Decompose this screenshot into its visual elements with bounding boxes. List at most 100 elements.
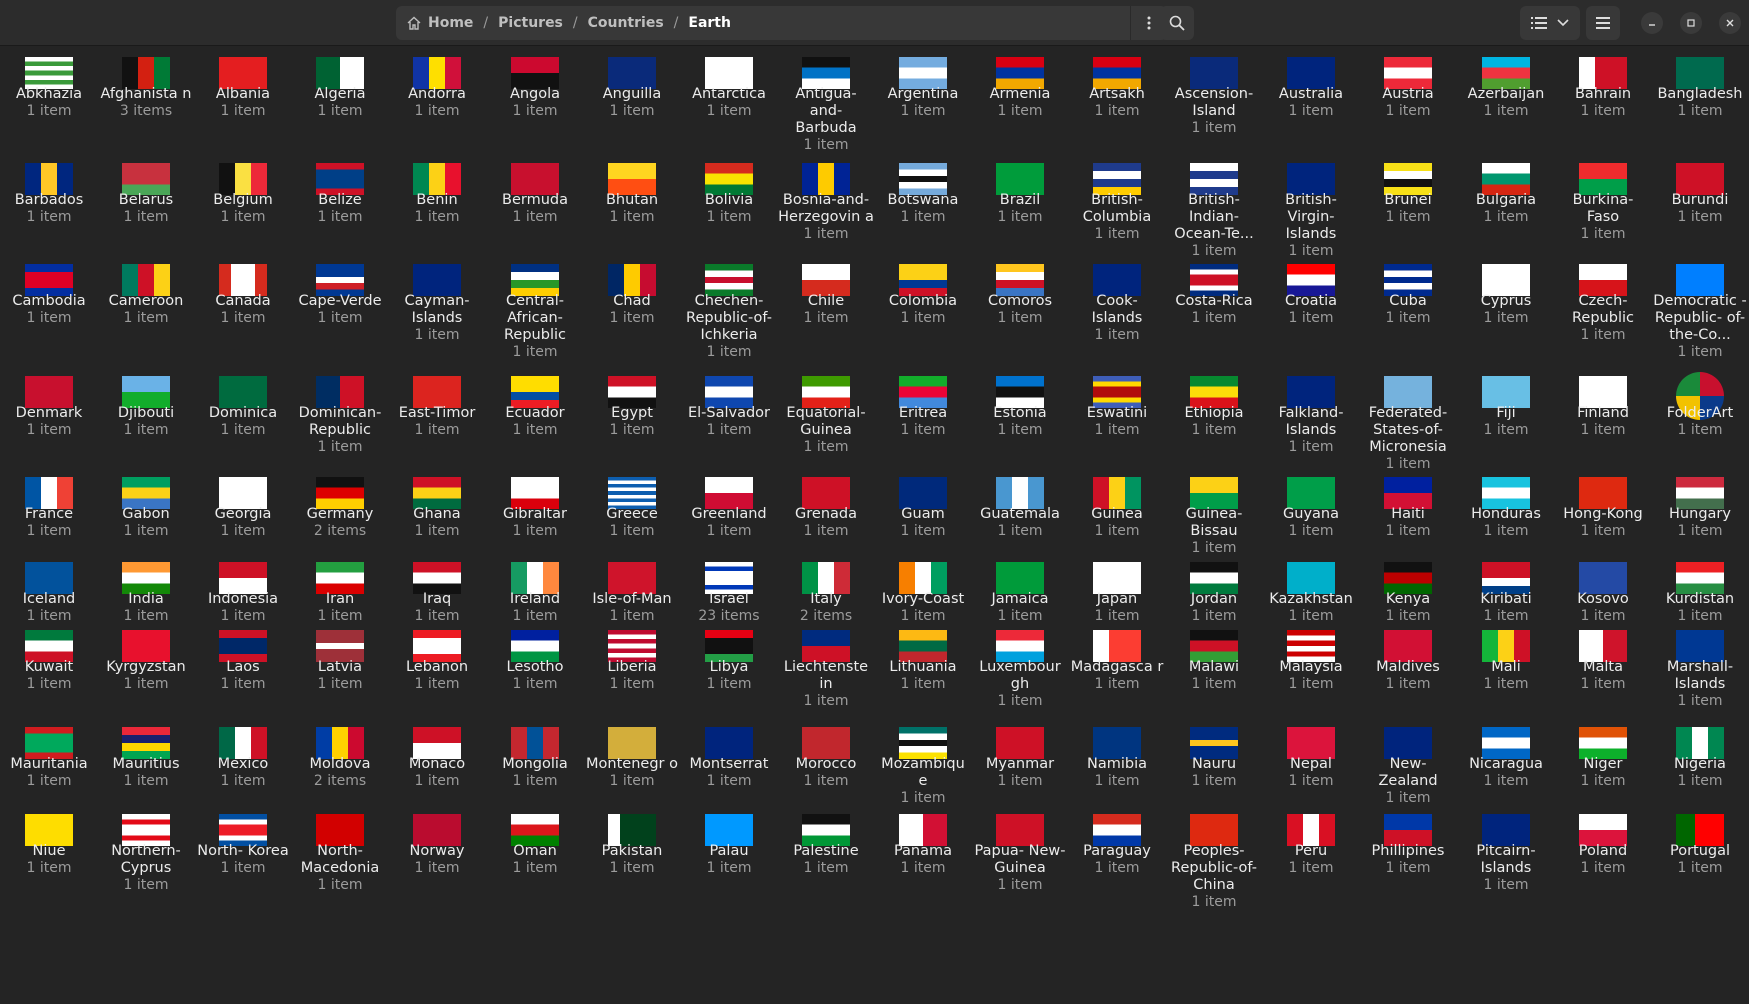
- flag-icon: [1482, 163, 1530, 195]
- main-menu-button[interactable]: [1586, 6, 1620, 40]
- flag-icon: [899, 57, 947, 89]
- item-count: 1 item: [123, 310, 169, 326]
- item-count: 1 item: [1094, 103, 1140, 119]
- item-count: 1 item: [220, 676, 266, 692]
- folder-name: New- Zealand: [1378, 756, 1438, 789]
- folder-name: Central- African- Republic: [504, 293, 566, 343]
- item-count: 1 item: [900, 209, 946, 225]
- flag-icon: [1287, 562, 1335, 594]
- item-count: 1 item: [512, 344, 558, 360]
- header-bar: Home / Pictures / Countries / Earth: [0, 0, 1749, 46]
- item-count: 1 item: [1580, 327, 1626, 343]
- folder-name: Kosovo: [1577, 591, 1629, 607]
- breadcrumb-pictures[interactable]: Pictures: [498, 15, 563, 31]
- folder-name: Djibouti: [117, 405, 175, 421]
- flag-icon: [1579, 264, 1627, 296]
- item-count: 1 item: [1288, 243, 1334, 259]
- item-count: 1 item: [317, 676, 363, 692]
- item-count: 1 item: [803, 773, 849, 789]
- flag-icon: [705, 630, 753, 662]
- search-button[interactable]: [1160, 6, 1194, 40]
- item-count: 1 item: [1580, 523, 1626, 539]
- flag-icon: [899, 477, 947, 509]
- breadcrumb-earth[interactable]: Earth: [688, 15, 731, 31]
- folder-name: Afghanista n: [100, 86, 192, 102]
- item-count: 1 item: [803, 439, 849, 455]
- view-toggle-button[interactable]: [1520, 6, 1580, 40]
- flag-icon: [122, 57, 170, 89]
- item-count: 1 item: [26, 676, 72, 692]
- item-count: 1 item: [1385, 790, 1431, 806]
- folder-name: Myanmar: [985, 756, 1055, 772]
- folder-name: Cape-Verde: [298, 293, 382, 309]
- flag-icon: [608, 163, 656, 195]
- item-count: 1 item: [26, 209, 72, 225]
- item-count: 1 item: [1191, 676, 1237, 692]
- close-button[interactable]: [1719, 12, 1741, 34]
- flag-icon: [219, 57, 267, 89]
- folder-name: Cayman- Islands: [404, 293, 470, 326]
- folder-name: Kyrgyzstan: [106, 659, 186, 675]
- chevron-down-icon: [1557, 19, 1569, 27]
- flag-icon: [1093, 630, 1141, 662]
- flag-icon: [802, 163, 850, 195]
- flag-icon: [1093, 163, 1141, 195]
- item-count: 1 item: [1580, 103, 1626, 119]
- flag-icon: [122, 630, 170, 662]
- flag-icon: [1579, 727, 1627, 759]
- item-count: 1 item: [220, 608, 266, 624]
- item-count: 1 item: [706, 209, 752, 225]
- flag-icon: [1482, 477, 1530, 509]
- folder-name: Artsakh: [1089, 86, 1145, 102]
- folder-name: Burundi: [1671, 192, 1729, 208]
- folder-name: Nepal: [1290, 756, 1332, 772]
- item-count: 1 item: [997, 103, 1043, 119]
- item-count: 1 item: [317, 209, 363, 225]
- item-count: 1 item: [1191, 540, 1237, 556]
- folder-name: Chechen- Republic-of- Ichkeria: [686, 293, 772, 343]
- home-icon[interactable]: [406, 15, 422, 31]
- folder-name: Montenegr o: [586, 756, 678, 772]
- flag-icon: [1093, 264, 1141, 296]
- folder-name: Israel: [709, 591, 749, 607]
- item-count: 1 item: [900, 523, 946, 539]
- flag-icon: [413, 562, 461, 594]
- folder-name: Algeria: [314, 86, 366, 102]
- breadcrumb-home[interactable]: Home: [428, 15, 473, 31]
- folder-name: Japan: [1096, 591, 1138, 607]
- item-count: 1 item: [900, 860, 946, 876]
- location-bar[interactable]: Home / Pictures / Countries / Earth: [396, 6, 1167, 40]
- item-count: 1 item: [414, 103, 460, 119]
- folder-name: Latvia: [317, 659, 363, 675]
- list-view-icon: [1531, 17, 1547, 29]
- folder-name: Iran: [325, 591, 355, 607]
- flag-icon: [1482, 562, 1530, 594]
- flag-icon: [1579, 376, 1627, 408]
- flag-icon: [1287, 163, 1335, 195]
- flag-icon: [219, 163, 267, 195]
- item-count: 1 item: [1385, 860, 1431, 876]
- flag-icon: [1676, 163, 1724, 195]
- item-count: 1 item: [706, 523, 752, 539]
- flag-icon: [1676, 562, 1724, 594]
- folder-name: Indonesia: [207, 591, 279, 607]
- item-count: 1 item: [414, 608, 460, 624]
- folder-name: Greenland: [691, 506, 767, 522]
- item-count: 1 item: [1483, 422, 1529, 438]
- minimize-button[interactable]: [1641, 12, 1663, 34]
- item-count: 1 item: [1677, 860, 1723, 876]
- folder-name: Egypt: [611, 405, 653, 421]
- folder-name: Jamaica: [991, 591, 1049, 607]
- folder-name: Dominica: [208, 405, 278, 421]
- folder-name: Isle-of-Man: [592, 591, 672, 607]
- flag-icon: [1287, 264, 1335, 296]
- maximize-button[interactable]: [1680, 12, 1702, 34]
- flag-icon: [1579, 814, 1627, 846]
- flag-icon: [25, 163, 73, 195]
- item-count: 1 item: [220, 103, 266, 119]
- item-count: 2 items: [313, 523, 367, 539]
- folder-name: Cuba: [1389, 293, 1427, 309]
- flag-icon: [316, 562, 364, 594]
- flag-icon: [899, 376, 947, 408]
- breadcrumb-countries[interactable]: Countries: [588, 15, 664, 31]
